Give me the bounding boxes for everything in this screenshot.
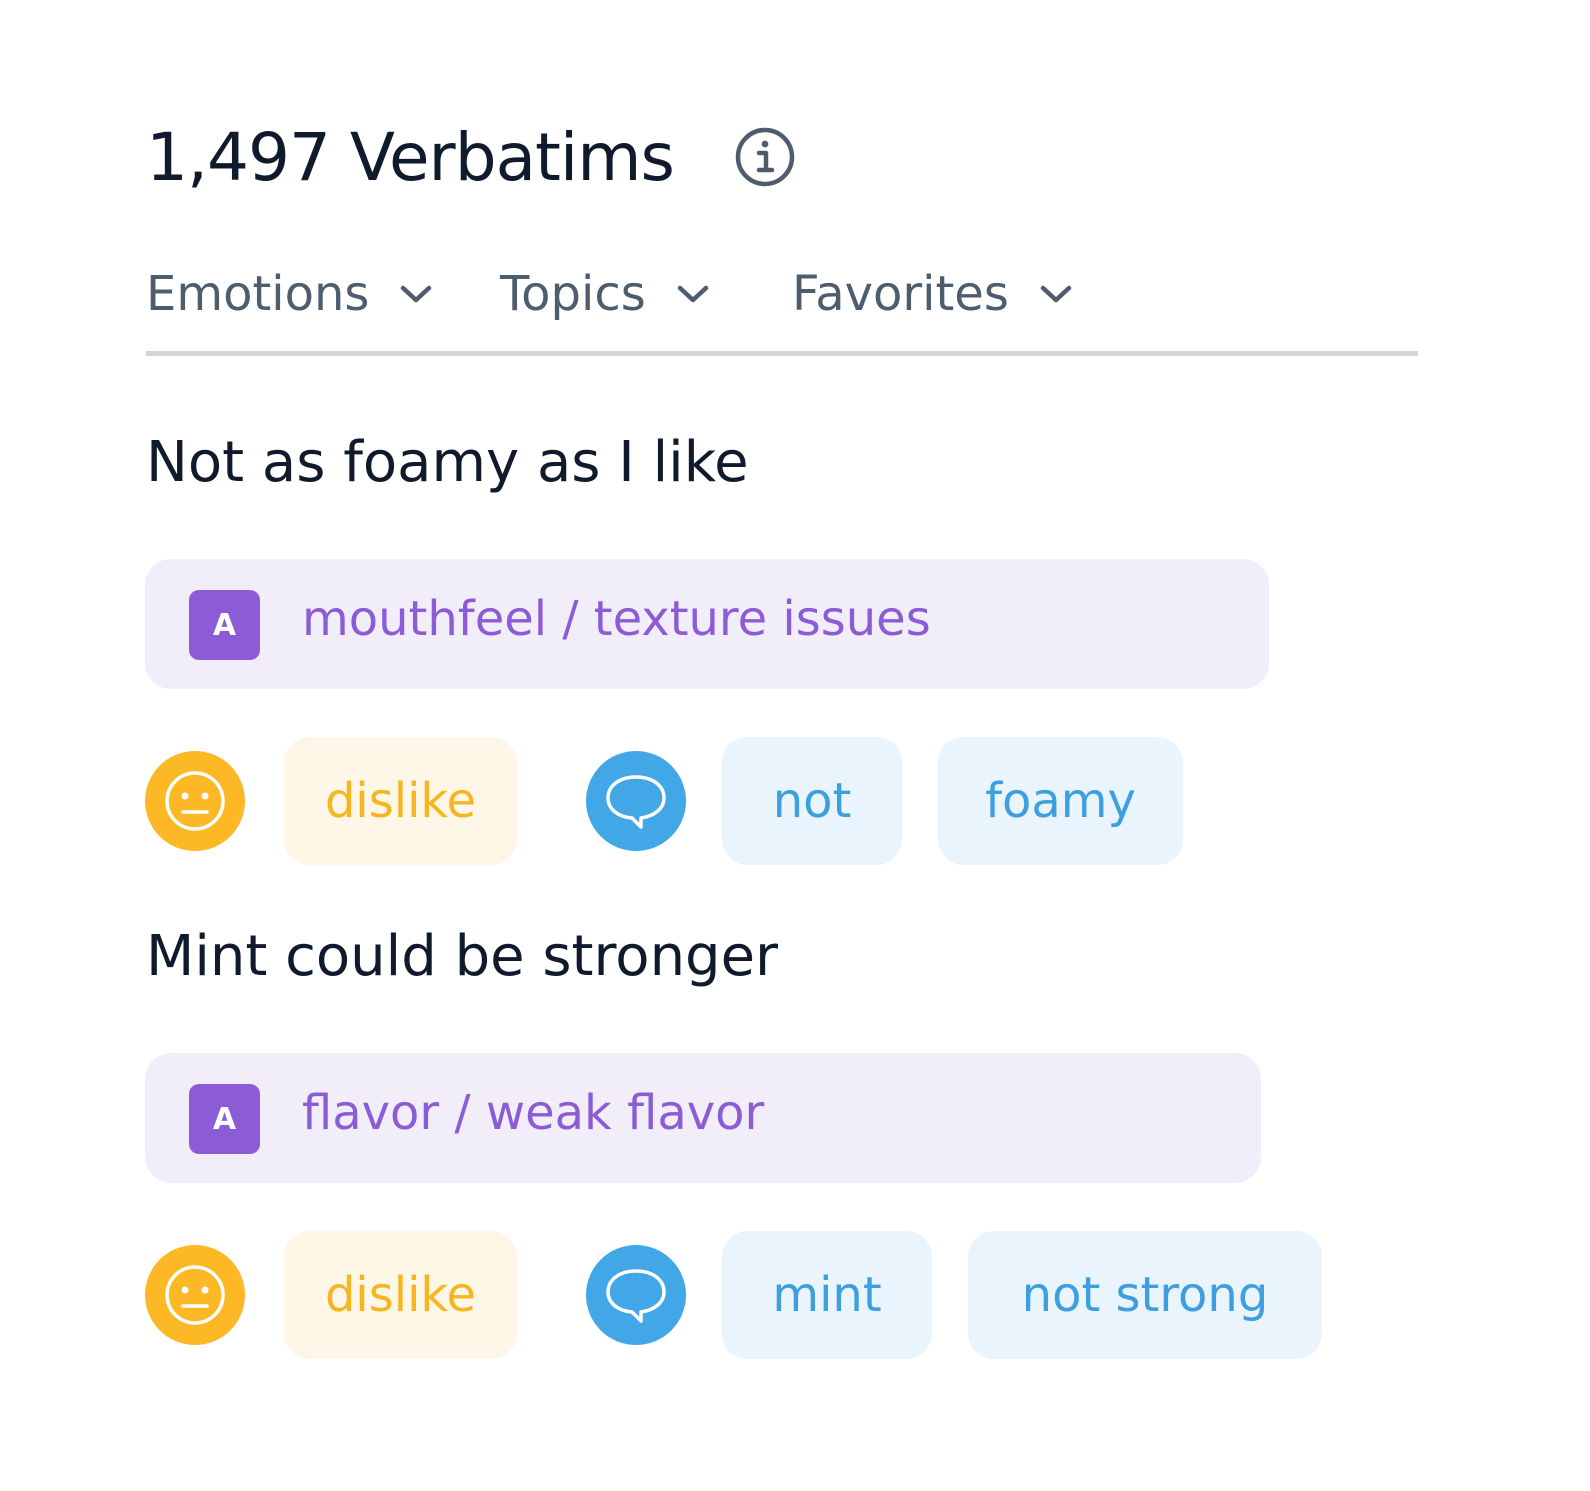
- info-icon[interactable]: [734, 126, 796, 188]
- chevron-down-icon: [1039, 284, 1073, 304]
- emotion-chip[interactable]: dislike: [284, 1231, 517, 1359]
- keyword-chip[interactable]: not strong: [968, 1231, 1322, 1359]
- topic-tag[interactable]: A mouthfeel / texture issues: [145, 559, 1269, 689]
- filter-topics-dropdown[interactable]: Topics: [500, 262, 710, 326]
- neutral-face-icon: [145, 751, 245, 851]
- neutral-face-icon: [145, 1245, 245, 1345]
- emotion-chip[interactable]: dislike: [284, 737, 517, 865]
- topic-tag[interactable]: A flavor / weak flavor: [145, 1053, 1261, 1183]
- filter-bar: Emotions Topics Favorites: [146, 262, 1418, 356]
- verbatim-text: Not as foamy as I like: [146, 430, 749, 495]
- filter-favorites-dropdown[interactable]: Favorites: [792, 262, 1073, 326]
- chevron-down-icon: [399, 284, 433, 304]
- topic-badge: A: [189, 590, 260, 660]
- filter-topics-label: Topics: [500, 266, 646, 322]
- topic-label: mouthfeel / texture issues: [302, 591, 931, 647]
- filter-favorites-label: Favorites: [792, 266, 1009, 322]
- topic-badge: A: [189, 1084, 260, 1154]
- filter-emotions-label: Emotions: [146, 266, 370, 322]
- topic-label: flavor / weak flavor: [302, 1085, 765, 1141]
- chevron-down-icon: [676, 284, 710, 304]
- filter-emotions-dropdown[interactable]: Emotions: [146, 262, 433, 326]
- keyword-chip[interactable]: not: [722, 737, 902, 865]
- speech-bubble-icon: [586, 1245, 686, 1345]
- keyword-chip[interactable]: mint: [722, 1231, 932, 1359]
- speech-bubble-icon: [586, 751, 686, 851]
- page-header: 1,497 Verbatims: [146, 112, 796, 202]
- page-title: 1,497 Verbatims: [146, 118, 675, 196]
- verbatim-text: Mint could be stronger: [146, 924, 779, 989]
- keyword-chip[interactable]: foamy: [938, 737, 1183, 865]
